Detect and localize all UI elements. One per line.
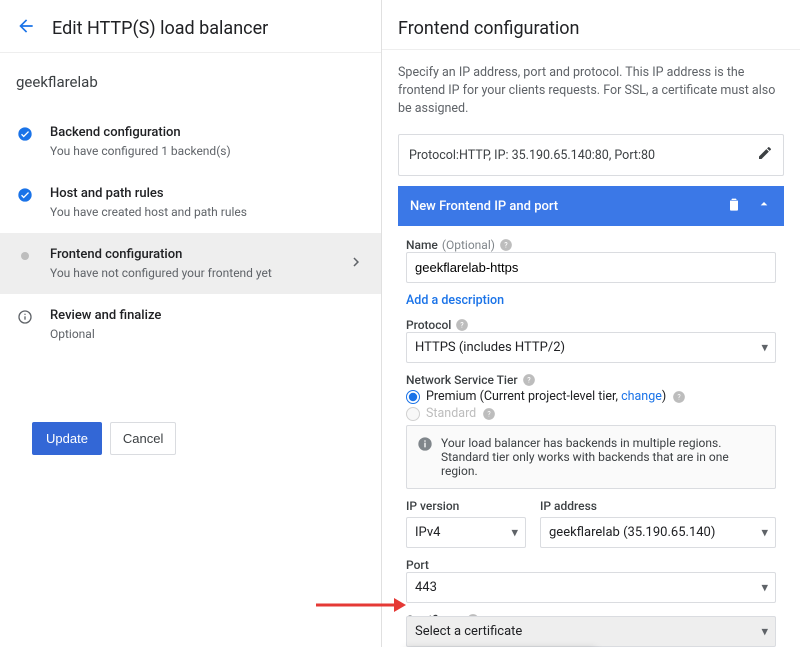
- port-select[interactable]: 443: [406, 572, 776, 603]
- new-frontend-title: New Frontend IP and port: [410, 199, 558, 214]
- ip-address-label: IP address: [540, 499, 776, 513]
- help-icon[interactable]: ?: [482, 407, 496, 421]
- ip-version-label: IP version: [406, 499, 526, 513]
- add-description-link[interactable]: Add a description: [406, 293, 776, 308]
- step-title: Host and path rules: [50, 186, 365, 201]
- tier-premium-label: Premium (Current project-level tier, cha…: [426, 389, 666, 404]
- help-icon[interactable]: ?: [672, 390, 686, 404]
- tier-change-link[interactable]: change: [621, 389, 662, 404]
- network-tier-label: Network Service Tier ?: [406, 373, 776, 387]
- check-icon: [16, 126, 34, 142]
- load-balancer-name: geekflarelab: [0, 53, 381, 103]
- current-dot-icon: [16, 248, 34, 260]
- existing-frontend-row[interactable]: Protocol:HTTP, IP: 35.190.65.140:80, Por…: [398, 134, 784, 176]
- certificate-select[interactable]: Select a certificate: [406, 616, 776, 647]
- step-review-finalize[interactable]: Review and finalize Optional: [0, 294, 381, 355]
- tier-standard-radio: [406, 407, 420, 421]
- page-title: Edit HTTP(S) load balancer: [52, 18, 268, 39]
- new-frontend-header: New Frontend IP and port: [398, 186, 784, 226]
- step-subtitle: You have configured 1 backend(s): [50, 144, 365, 158]
- tier-premium-radio[interactable]: [406, 390, 420, 404]
- delete-icon[interactable]: [726, 196, 742, 216]
- help-icon[interactable]: ?: [455, 318, 469, 332]
- frontend-title: Frontend configuration: [398, 18, 784, 39]
- check-icon: [16, 187, 34, 203]
- tier-standard-label: Standard: [426, 406, 476, 421]
- update-button[interactable]: Update: [32, 422, 102, 455]
- step-host-path-rules[interactable]: Host and path rules You have created hos…: [0, 172, 381, 233]
- svg-text:?: ?: [461, 322, 465, 330]
- help-icon[interactable]: ?: [522, 373, 536, 387]
- step-backend-configuration[interactable]: Backend configuration You have configure…: [0, 111, 381, 172]
- help-icon[interactable]: ?: [499, 238, 513, 252]
- step-subtitle: Optional: [50, 327, 365, 341]
- step-title: Frontend configuration: [50, 247, 331, 262]
- info-icon: [16, 309, 34, 325]
- tier-info-message: Your load balancer has backends in multi…: [406, 425, 776, 489]
- existing-frontend-summary: Protocol:HTTP, IP: 35.190.65.140:80, Por…: [409, 148, 655, 163]
- frontend-description: Specify an IP address, port and protocol…: [382, 50, 800, 128]
- svg-text:?: ?: [504, 242, 508, 250]
- arrow-right-icon: [347, 253, 365, 275]
- cancel-button[interactable]: Cancel: [110, 422, 176, 455]
- port-label: Port: [406, 558, 776, 572]
- protocol-select[interactable]: HTTPS (includes HTTP/2): [406, 332, 776, 363]
- step-subtitle: You have created host and path rules: [50, 205, 365, 219]
- name-input[interactable]: [406, 252, 776, 283]
- step-subtitle: You have not configured your frontend ye…: [50, 266, 331, 280]
- info-icon: [417, 436, 433, 478]
- collapse-icon[interactable]: [756, 196, 772, 216]
- ip-address-select[interactable]: geekflarelab (35.190.65.140): [540, 517, 776, 548]
- ip-version-select[interactable]: IPv4: [406, 517, 526, 548]
- step-title: Review and finalize: [50, 308, 365, 323]
- protocol-label: Protocol ?: [406, 318, 776, 332]
- svg-text:?: ?: [527, 377, 531, 385]
- step-title: Backend configuration: [50, 125, 365, 140]
- name-label: Name (Optional) ?: [406, 238, 776, 252]
- back-arrow-icon[interactable]: [16, 16, 36, 40]
- edit-icon[interactable]: [757, 145, 773, 165]
- step-frontend-configuration[interactable]: Frontend configuration You have not conf…: [0, 233, 381, 294]
